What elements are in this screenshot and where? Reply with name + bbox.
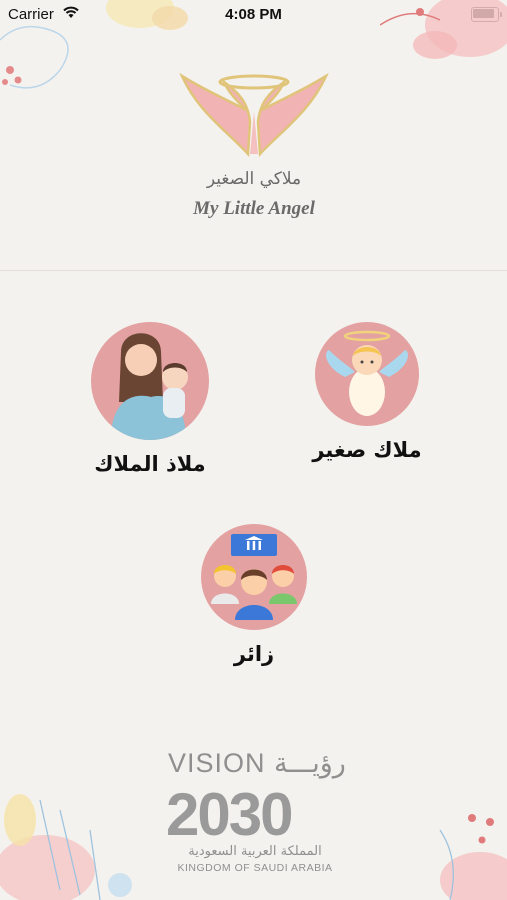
visitor-option[interactable]: زائر — [179, 524, 329, 666]
flower-decoration-top-right — [380, 0, 507, 59]
angel-haven-label: ملاذ الملاك — [94, 452, 206, 476]
angel-haven-option[interactable]: ملاذ الملاك — [75, 322, 225, 476]
logo-arabic-text: ملاكي الصغير — [206, 169, 302, 189]
mother-with-baby-icon — [91, 322, 209, 440]
flower-decoration-bottom-right — [439, 814, 507, 900]
header-divider — [0, 270, 507, 271]
vision-year-text: 2030 — [166, 781, 293, 848]
little-angel-option[interactable]: ملاك صغير — [292, 322, 442, 462]
vision-arabic-text: المملكة العربية السعودية — [188, 844, 322, 859]
flower-decoration-top-left — [0, 0, 188, 89]
vision-english-text: KINGDOM OF SAUDI ARABIA — [177, 862, 333, 874]
little-angel-label: ملاك صغير — [312, 438, 422, 462]
app-logo: ملاكي الصغير My Little Angel — [168, 62, 340, 227]
angel-wings-halo-icon — [179, 72, 329, 158]
flower-decoration-bottom-left — [0, 794, 132, 900]
cherub-angel-icon — [315, 322, 419, 426]
logo-english-text: My Little Angel — [193, 198, 315, 219]
vision-top-text: VISION رؤيـــة — [168, 748, 346, 778]
visitor-label: زائر — [233, 642, 275, 666]
visitors-group-icon — [201, 524, 307, 630]
vision-2030-logo: VISION رؤيـــة 2030 المملكة العربية السع… — [160, 748, 350, 893]
